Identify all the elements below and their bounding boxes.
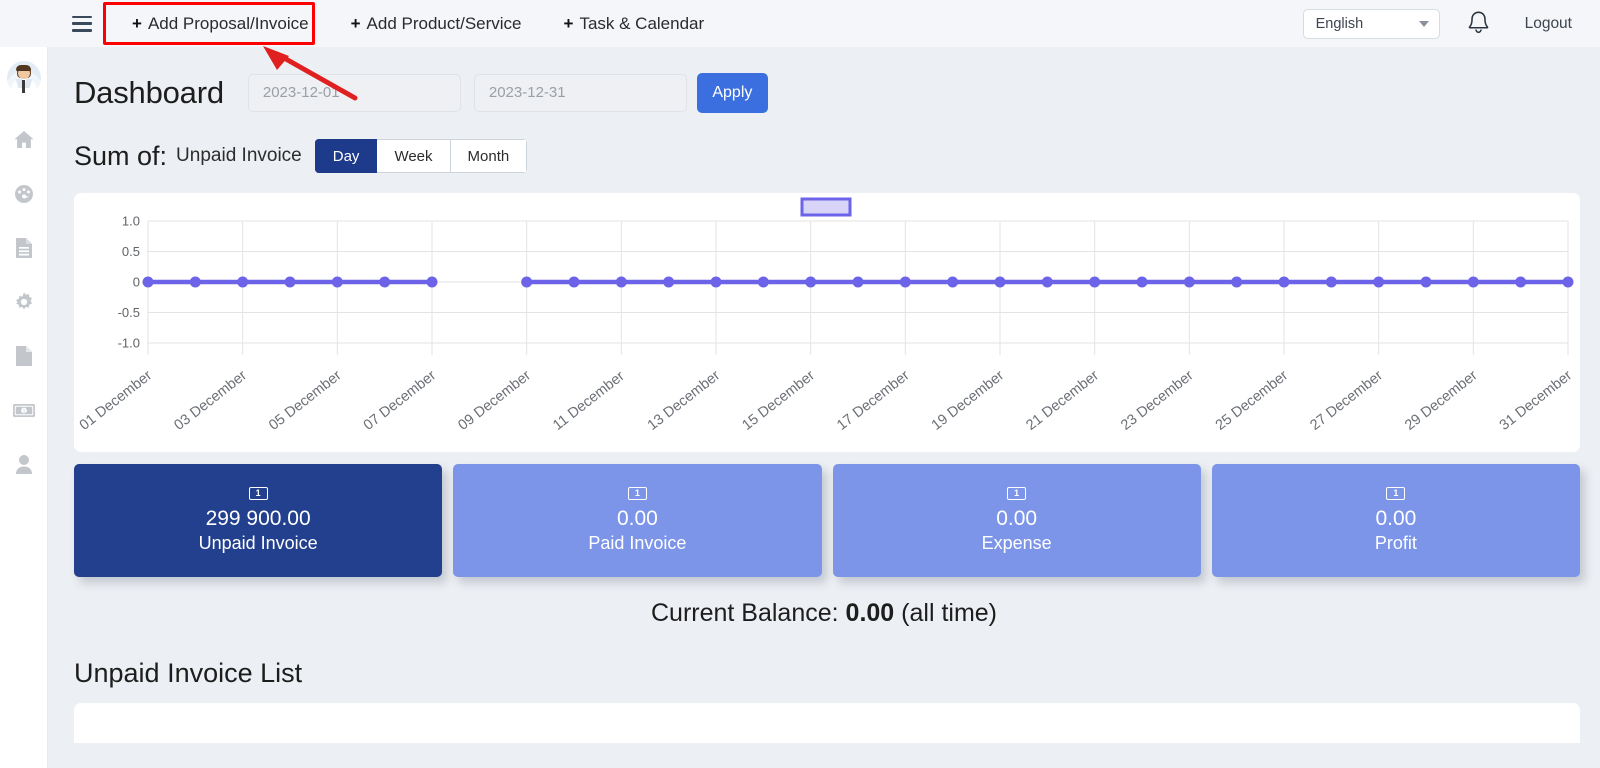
svg-text:29 December: 29 December xyxy=(1402,368,1481,434)
stat-card-unpaid-invoice[interactable]: 1 299 900.00 Unpaid Invoice xyxy=(74,464,443,577)
main-content: Dashboard 2023-12-01 2023-12-31 Apply Su… xyxy=(48,47,1600,768)
nav-add-proposal-invoice[interactable]: + Add Proposal/Invoice xyxy=(120,8,321,40)
user-icon xyxy=(15,454,32,474)
apply-button[interactable]: Apply xyxy=(696,73,768,113)
language-select-value: English xyxy=(1315,15,1364,32)
stat-value: 0.00 xyxy=(1375,507,1417,530)
money-icon: 1 xyxy=(1007,487,1027,500)
nav-label: Task & Calendar xyxy=(579,13,705,33)
logout-button[interactable]: Logout xyxy=(1525,15,1572,33)
header-right-group: English Logout xyxy=(1302,0,1600,47)
gear-icon xyxy=(15,292,32,310)
sum-of-label: Sum of: xyxy=(74,140,168,171)
unpaid-invoice-list-card xyxy=(74,703,1580,743)
sidebar-item-users[interactable] xyxy=(7,447,41,481)
hamburger-icon[interactable] xyxy=(72,15,92,32)
file-icon xyxy=(15,346,32,366)
money-icon: 1 xyxy=(1386,487,1406,500)
stat-label: Unpaid Invoice xyxy=(198,533,318,553)
stat-cards: 1 299 900.00 Unpaid Invoice 1 0.00 Paid … xyxy=(48,452,1600,577)
svg-text:19 December: 19 December xyxy=(929,368,1008,434)
svg-text:07 December: 07 December xyxy=(361,368,440,434)
svg-text:31 December: 31 December xyxy=(1497,368,1576,434)
nav-label: Add Product/Service xyxy=(366,13,522,33)
stat-card-expense[interactable]: 1 0.00 Expense xyxy=(832,464,1201,577)
svg-text:27 December: 27 December xyxy=(1307,368,1386,434)
document-lines-icon xyxy=(15,238,32,258)
left-sidebar: 1 xyxy=(0,47,48,768)
money-icon: 1 xyxy=(248,487,268,500)
chevron-down-icon xyxy=(1418,20,1429,27)
svg-text:01 December: 01 December xyxy=(77,368,156,434)
sidebar-item-invoices[interactable] xyxy=(7,231,41,265)
stat-label: Paid Invoice xyxy=(588,533,687,553)
dashboard-toolbar: Dashboard 2023-12-01 2023-12-31 Apply xyxy=(48,47,1600,113)
svg-text:-1.0: -1.0 xyxy=(118,336,140,351)
date-from-input[interactable]: 2023-12-01 xyxy=(247,74,461,112)
period-toggle-group: Day Week Month xyxy=(314,139,528,173)
period-day-button[interactable]: Day xyxy=(314,139,378,173)
svg-text:21 December: 21 December xyxy=(1023,368,1102,434)
stat-value: 299 900.00 xyxy=(205,507,311,530)
svg-text:23 December: 23 December xyxy=(1118,368,1197,434)
current-balance: Current Balance: 0.00 (all time) xyxy=(48,577,1600,628)
home-icon xyxy=(14,131,33,148)
page-title: Dashboard xyxy=(74,75,224,110)
language-select[interactable]: English xyxy=(1302,8,1440,39)
sidebar-item-payments[interactable]: 1 xyxy=(7,393,41,427)
plus-icon: + xyxy=(132,14,142,33)
plus-icon: + xyxy=(350,14,361,33)
sum-of-row: Sum of: Unpaid Invoice Day Week Month xyxy=(48,113,1600,173)
sidebar-item-files[interactable] xyxy=(7,339,41,373)
svg-text:13 December: 13 December xyxy=(645,368,724,434)
stat-card-paid-invoice[interactable]: 1 0.00 Paid Invoice xyxy=(453,464,822,577)
speedometer-icon xyxy=(14,185,33,203)
svg-text:0: 0 xyxy=(133,275,140,290)
money-icon: 1 xyxy=(627,487,647,500)
money-icon: 1 xyxy=(12,403,35,417)
svg-text:0.5: 0.5 xyxy=(122,244,140,259)
bell-icon[interactable] xyxy=(1466,10,1491,37)
svg-text:05 December: 05 December xyxy=(266,368,345,434)
svg-text:1: 1 xyxy=(22,409,25,415)
line-chart[interactable]: 1.0 0.5 0 -0.5 -1.0 01 December 03 December 05 … xyxy=(74,193,1580,452)
chart-card: 1.0 0.5 0 -0.5 -1.0 01 December 03 December 05 … xyxy=(74,193,1580,452)
nav-add-product-service[interactable]: + Add Product/Service xyxy=(339,8,534,40)
stat-value: 0.00 xyxy=(996,507,1038,530)
sidebar-item-settings[interactable] xyxy=(7,285,41,319)
sidebar-item-home[interactable] xyxy=(7,123,41,157)
dashboard-page: + Add Proposal/Invoice + Add Product/Ser… xyxy=(0,0,1600,768)
plus-icon: + xyxy=(563,14,574,33)
period-week-button[interactable]: Week xyxy=(377,139,451,173)
sum-of-value: Unpaid Invoice xyxy=(176,145,302,166)
svg-text:1.0: 1.0 xyxy=(122,214,140,229)
date-to-input[interactable]: 2023-12-31 xyxy=(473,74,687,112)
svg-text:11 December: 11 December xyxy=(550,368,628,434)
svg-text:25 December: 25 December xyxy=(1213,368,1292,434)
stat-card-profit[interactable]: 1 0.00 Profit xyxy=(1211,464,1580,577)
unpaid-invoice-list-title: Unpaid Invoice List xyxy=(74,658,303,688)
balance-amount: 0.00 xyxy=(845,599,895,627)
stat-label: Expense xyxy=(981,533,1052,553)
nav-label: Add Proposal/Invoice xyxy=(147,13,309,33)
svg-text:-0.5: -0.5 xyxy=(118,305,140,320)
sidebar-item-dashboard[interactable] xyxy=(7,177,41,211)
period-month-button[interactable]: Month xyxy=(450,139,528,173)
balance-prefix: Current Balance: xyxy=(650,599,839,627)
avatar[interactable] xyxy=(6,61,41,95)
svg-text:03 December: 03 December xyxy=(171,368,250,434)
nav-task-calendar[interactable]: + Task & Calendar xyxy=(552,8,717,40)
svg-text:15 December: 15 December xyxy=(739,368,818,434)
svg-text:09 December: 09 December xyxy=(455,368,534,434)
stat-label: Profit xyxy=(1374,533,1417,553)
balance-suffix: (all time) xyxy=(901,599,998,627)
stat-value: 0.00 xyxy=(616,507,658,530)
top-header: + Add Proposal/Invoice + Add Product/Ser… xyxy=(0,0,1600,47)
svg-text:17 December: 17 December xyxy=(834,368,913,434)
